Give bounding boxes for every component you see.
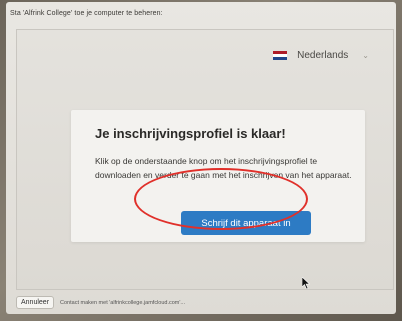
chevron-down-icon: ⌄ <box>362 51 369 60</box>
red-annotation-circle <box>134 168 308 230</box>
mouse-cursor-icon <box>302 277 310 289</box>
language-selector[interactable]: Nederlands ⌄ <box>273 50 369 61</box>
enrollment-webview: Nederlands ⌄ Je inschrijvingsprofiel is … <box>16 29 394 290</box>
dutch-flag-icon <box>273 50 288 61</box>
management-prompt: Sta 'Alfrink College' toe je computer te… <box>10 10 163 17</box>
login-window: Sta 'Alfrink College' toe je computer te… <box>6 2 396 314</box>
footer-bar: Annuleer Contact maken met 'alfrinkcolle… <box>16 296 185 309</box>
connection-status: Contact maken met 'alfrinkcollege.jamfcl… <box>60 299 186 306</box>
language-label: Nederlands <box>297 50 349 61</box>
card-title: Je inschrijvingsprofiel is klaar! <box>95 126 286 141</box>
cancel-button[interactable]: Annuleer <box>16 296 55 309</box>
